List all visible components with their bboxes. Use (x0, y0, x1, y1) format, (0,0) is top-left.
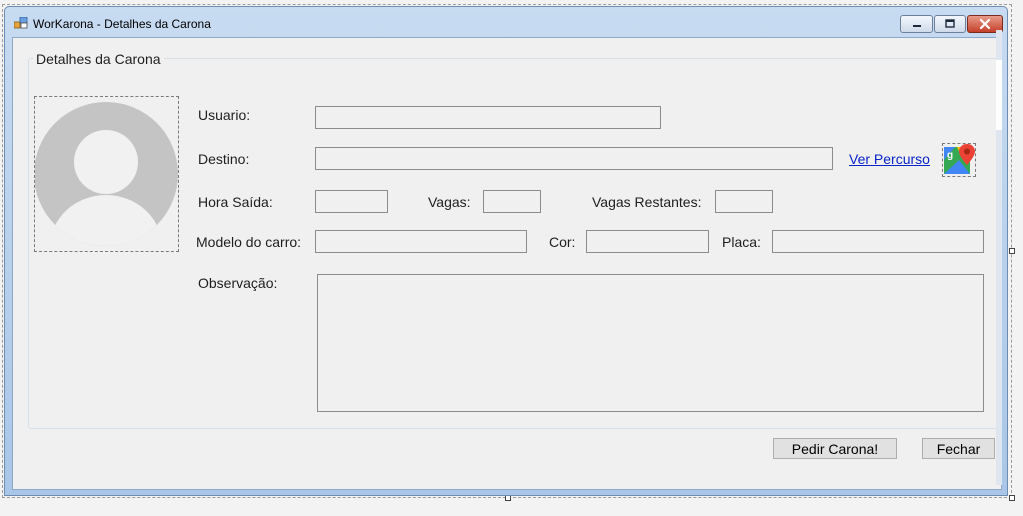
placa-label: Placa: (722, 234, 761, 250)
resize-grip-right[interactable] (1009, 248, 1015, 254)
vagas-restantes-field[interactable] (715, 190, 773, 213)
observacao-label: Observação: (198, 275, 278, 291)
cor-field[interactable] (586, 230, 709, 253)
modelo-carro-input[interactable] (316, 231, 526, 252)
resize-grip-corner[interactable] (1009, 495, 1015, 501)
placa-input[interactable] (773, 231, 983, 252)
window-right-border-highlight (996, 60, 1002, 130)
observacao-field[interactable] (317, 274, 984, 412)
cor-label: Cor: (549, 234, 576, 250)
google-maps-icon: g (944, 144, 975, 174)
hora-saida-field[interactable] (315, 190, 388, 213)
observacao-textarea[interactable] (318, 275, 983, 411)
svg-text:g: g (947, 150, 953, 161)
winforms-app-icon (14, 17, 28, 29)
hora-saida-label: Hora Saída: (198, 194, 273, 210)
pedir-carona-button[interactable]: Pedir Carona! (773, 438, 897, 459)
ver-percurso-link[interactable]: Ver Percurso (849, 151, 930, 167)
vagas-restantes-input[interactable] (716, 191, 772, 212)
usuario-field[interactable] (315, 106, 661, 129)
vagas-restantes-label: Vagas Restantes: (592, 194, 702, 210)
usuario-input[interactable] (316, 107, 660, 128)
title-bar[interactable]: WorKarona - Detalhes da Carona (5, 7, 1007, 37)
groupbox-title: Detalhes da Carona (33, 51, 164, 67)
modelo-carro-field[interactable] (315, 230, 527, 253)
destino-field[interactable] (315, 147, 833, 170)
hora-saida-input[interactable] (316, 191, 387, 212)
user-avatar-placeholder-icon (34, 102, 178, 246)
destino-input[interactable] (316, 148, 832, 169)
avatar (34, 96, 179, 252)
vagas-input[interactable] (484, 191, 540, 212)
destino-label: Destino: (198, 151, 250, 167)
cor-input[interactable] (587, 231, 708, 252)
ver-percurso-map-button[interactable]: g (942, 143, 976, 177)
window-title: WorKarona - Detalhes da Carona (33, 17, 211, 31)
form-client-area: Detalhes da Carona Usuario: Destino: Ver… (12, 37, 1002, 490)
fechar-button[interactable]: Fechar (922, 438, 995, 459)
placa-field[interactable] (772, 230, 984, 253)
maximize-icon (945, 19, 955, 28)
minimize-icon (912, 25, 921, 27)
main-window: WorKarona - Detalhes da Carona Detalhes … (4, 6, 1008, 496)
close-icon (979, 18, 991, 30)
usuario-label: Usuario: (198, 107, 251, 123)
minimize-button[interactable] (900, 15, 933, 33)
vagas-label: Vagas: (428, 194, 471, 210)
vagas-field[interactable] (483, 190, 541, 213)
maximize-button[interactable] (934, 15, 966, 33)
modelo-carro-label: Modelo do carro: (196, 234, 302, 250)
